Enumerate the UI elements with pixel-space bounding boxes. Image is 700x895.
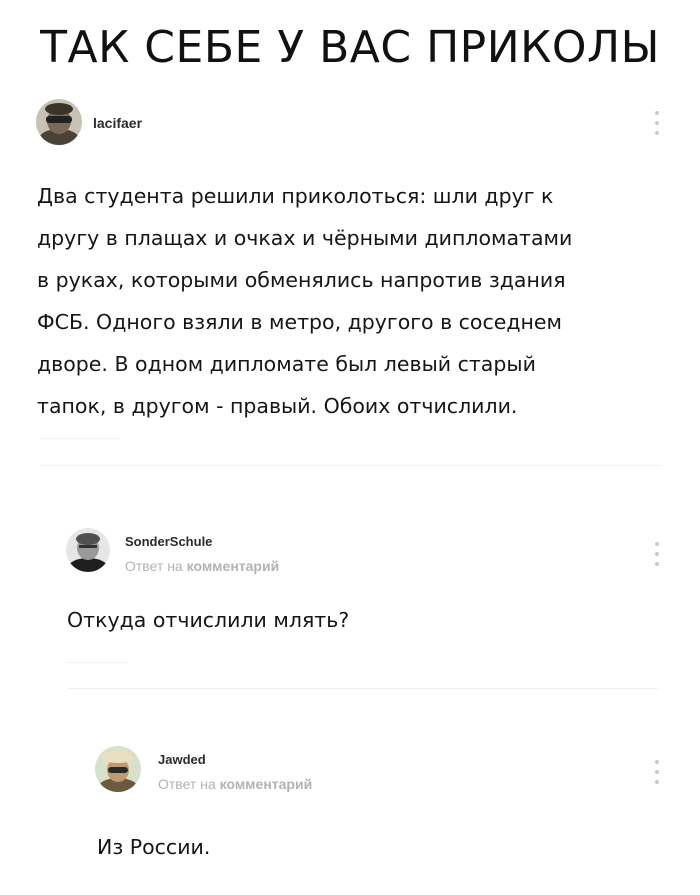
comment-text: Откуда отчислили млять? [67, 608, 350, 632]
comment-text: Из России. [97, 835, 211, 859]
user-avatar-icon[interactable] [66, 528, 110, 572]
meme-title: ТАК СЕБЕ У ВАС ПРИКОЛЫ [40, 22, 660, 73]
username[interactable]: Jawded [158, 752, 206, 767]
divider [40, 465, 660, 466]
more-vertical-icon[interactable] [652, 542, 662, 572]
divider [68, 688, 658, 689]
divider [68, 662, 128, 663]
reply-target-link[interactable]: комментарий [220, 776, 313, 792]
username[interactable]: lacifaer [93, 115, 142, 131]
reply-target-link[interactable]: комментарий [187, 558, 280, 574]
comment-jawded: Jawded Ответ на комментарий Из России. [0, 746, 700, 886]
user-avatar-icon[interactable] [95, 746, 141, 792]
reply-info: Ответ на комментарий [158, 776, 312, 792]
reply-prefix: Ответ на [158, 776, 216, 792]
more-vertical-icon[interactable] [652, 760, 662, 790]
comment-lacifaer: lacifaer Два студента решили приколоться… [0, 95, 700, 435]
user-avatar-icon[interactable] [36, 99, 82, 145]
reply-prefix: Ответ на [125, 558, 183, 574]
comment-sonderschule: SonderSchule Ответ на комментарий Откуда… [0, 528, 700, 658]
more-vertical-icon[interactable] [652, 111, 662, 141]
username[interactable]: SonderSchule [125, 534, 212, 549]
comment-text: Два студента решили приколоться: шли дру… [37, 184, 573, 418]
reply-info: Ответ на комментарий [125, 558, 279, 574]
divider [40, 438, 120, 439]
